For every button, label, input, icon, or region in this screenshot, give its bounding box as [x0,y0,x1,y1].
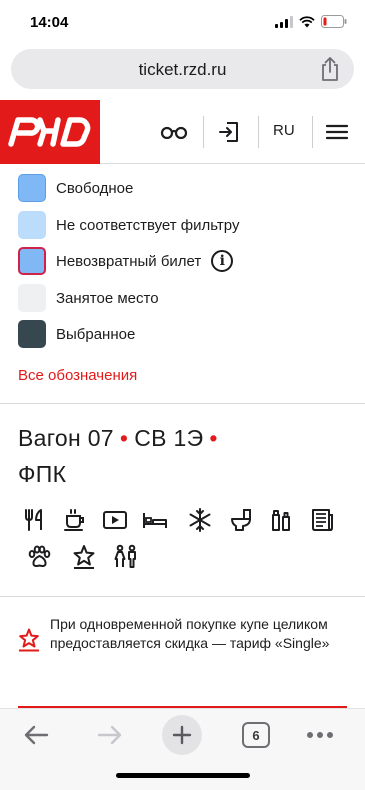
toilet-icon [231,509,251,531]
legend-item-free: Свободное [18,174,133,202]
swatch-occupied [18,284,46,312]
status-icons [275,15,347,28]
legend-label: Не соответствует фильтру [56,216,240,234]
plus-icon [172,725,192,745]
star-discount-icon [19,628,39,652]
header-separator [312,116,313,148]
wagon-carrier: ФПК [18,461,67,487]
restaurant-icon [25,509,42,531]
coffee-icon [64,509,84,531]
forward-icon[interactable] [94,717,126,753]
address-url: ticket.rzd.ru [138,60,227,79]
header-separator [258,116,259,148]
home-indicator [116,773,250,778]
accessibility-glasses-icon[interactable] [160,120,188,144]
status-bar: 14:04 [0,0,365,44]
hygiene-kit-icon [272,510,290,531]
menu-icon[interactable] [326,120,348,144]
tabs-button[interactable]: 6 [242,722,270,748]
share-icon[interactable] [318,56,342,82]
legend-label: Занятое место [56,289,159,307]
address-bar[interactable]: ticket.rzd.ru [11,49,354,89]
swatch-not-matching [18,211,46,239]
info-icon[interactable]: i [211,250,234,272]
swatch-free [18,174,46,202]
rzd-logo[interactable] [0,100,100,164]
legend-item-not-matching: Не соответствует фильтру [18,211,239,239]
legend-label: Невозвратный билет [56,252,202,270]
wagon-title: Вагон 07 • СВ 1Э • ФПК [18,420,348,492]
separator-dot: • [119,425,129,451]
separator-dot: • [209,425,218,451]
language-switch[interactable]: RU [273,122,295,139]
status-time: 14:04 [30,14,69,31]
section-divider [0,403,365,404]
promo-text: При одновременной покупке купе целиком п… [50,616,330,651]
swatch-selected [18,320,46,348]
star-service-icon [73,545,95,569]
legend-item-selected: Выбранное [18,320,135,348]
family-icon [114,544,136,568]
new-tab-button[interactable] [162,715,202,755]
battery-low-icon [321,15,347,28]
section-divider [0,596,365,597]
legend-label: Свободное [56,179,134,197]
wagon-number: Вагон 07 [18,425,114,451]
header-separator [203,116,204,148]
press-icon [312,509,333,531]
back-icon[interactable] [20,717,52,753]
bed-icon [143,513,167,528]
swatch-non-refundable [18,247,46,275]
browser-address-area: ticket.rzd.ru [0,44,365,100]
wifi-icon [299,15,315,27]
all-legend-link[interactable]: Все обозначения [18,367,137,384]
login-icon[interactable] [218,120,240,144]
more-icon[interactable] [304,717,336,753]
air-conditioning-icon [189,508,211,532]
site-header: RU [0,100,365,164]
legend-label: Выбранное [56,325,136,343]
pets-icon [28,545,51,567]
cellular-signal-icon [275,15,293,28]
video-icon [103,511,127,529]
wagon-class: СВ 1Э [134,425,204,451]
legend-item-non-refundable: Невозвратный билет i [18,247,234,275]
legend-item-occupied: Занятое место [18,284,159,312]
